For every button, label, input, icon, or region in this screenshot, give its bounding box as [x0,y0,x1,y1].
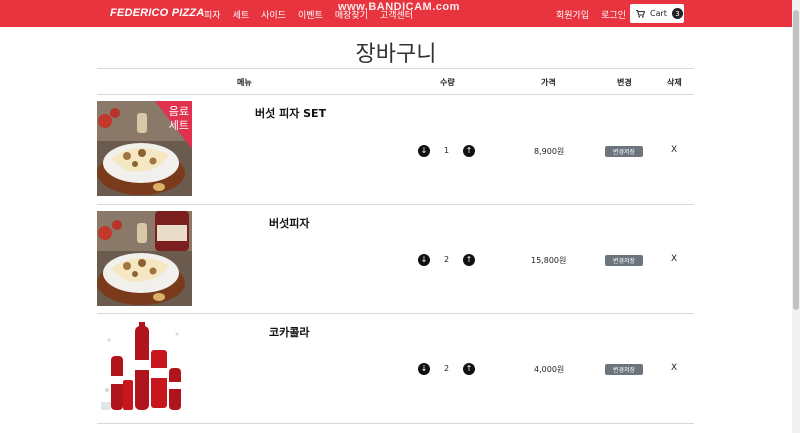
item-name: 코카콜라 [269,326,310,339]
row-divider [97,423,694,424]
table-row: 코카콜라 ↓ 2 ↑ 4,000원 변경저장 X [97,314,694,423]
table-row: 버섯피자 ↓ 2 ↑ 15,800원 변경저장 X [97,205,694,314]
item-quantity: 2 [444,364,450,373]
item-name: 버섯 피자 SET [255,107,327,120]
header-delete: 삭제 [667,78,682,87]
save-changes-button[interactable]: 변경저장 [605,364,643,375]
arrow-down-circle-icon[interactable]: ↓ [418,363,430,375]
cart-icon [636,9,645,18]
set-badge-text: 음료 세트 [168,105,189,132]
item-quantity: 2 [444,255,450,264]
nav-link-side[interactable]: 사이드 [261,8,286,21]
signup-link[interactable]: 회원가입 [556,8,589,21]
navbar: FEDERICO PIZZA 피자 세트 사이드 이벤트 매장찾기 고객센터 w… [0,0,792,27]
item-image-mushroom-pizza-set[interactable]: 음료 세트 [97,101,192,196]
save-changes-button[interactable]: 변경저장 [605,146,643,157]
header-qty: 수량 [440,78,455,87]
nav-account: 회원가입 로그인 [556,8,626,21]
arrow-up-circle-icon[interactable]: ↑ [463,145,475,157]
nav-link-pizza[interactable]: 피자 [204,8,221,21]
item-price: 4,000원 [534,365,565,374]
scrollbar[interactable] [792,0,800,433]
brand-logo[interactable]: FEDERICO PIZZA [110,7,204,19]
login-link[interactable]: 로그인 [601,8,626,21]
item-image-coca-cola[interactable] [97,320,192,415]
item-price: 15,800원 [531,256,567,265]
save-changes-button[interactable]: 변경저장 [605,255,643,266]
item-price: 8,900원 [534,147,565,156]
scrollbar-thumb[interactable] [793,10,799,310]
header-change: 변경 [617,78,632,87]
cart-button[interactable]: Cart 3 [630,4,684,23]
delete-item-button[interactable]: X [671,145,677,155]
arrow-down-circle-icon[interactable]: ↓ [418,145,430,157]
header-price: 가격 [541,78,556,87]
table-top-divider [97,68,694,69]
page-title: 장바구니 [355,42,437,67]
item-name: 버섯피자 [269,217,310,230]
recording-watermark: www.BANDICAM.com [338,1,460,13]
arrow-down-circle-icon[interactable]: ↓ [418,254,430,266]
nav-link-set[interactable]: 세트 [233,8,250,21]
header-menu: 메뉴 [237,78,252,87]
item-quantity: 1 [444,146,450,155]
arrow-up-circle-icon[interactable]: ↑ [463,363,475,375]
delete-item-button[interactable]: X [671,363,677,373]
arrow-up-circle-icon[interactable]: ↑ [463,254,475,266]
item-image-mushroom-pizza[interactable] [97,211,192,306]
cart-label: Cart [650,9,667,18]
table-row: 음료 세트 버섯 피자 SET ↓ 1 ↑ 8,900원 변경저장 X [97,95,694,204]
cart-count-badge: 3 [671,8,683,19]
nav-link-event[interactable]: 이벤트 [298,8,323,21]
delete-item-button[interactable]: X [671,254,677,264]
